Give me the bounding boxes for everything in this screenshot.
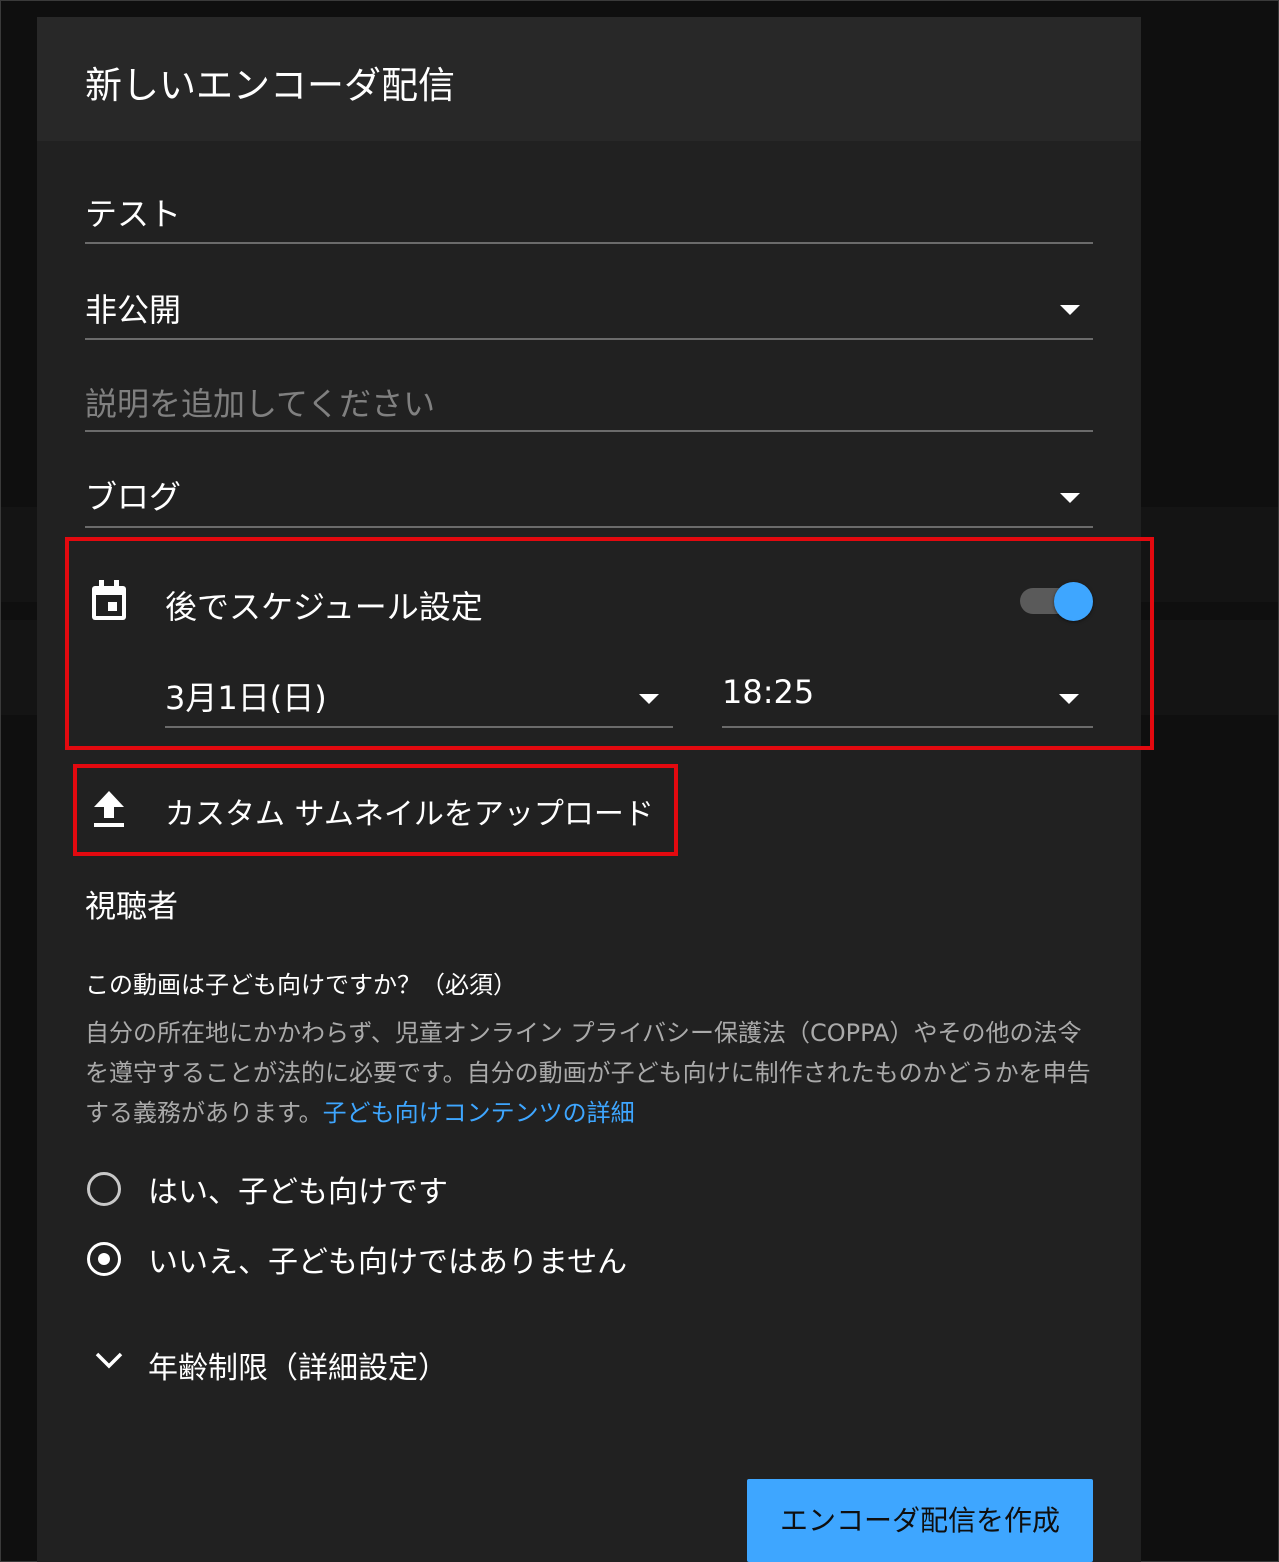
radio-selected-dot <box>98 1253 110 1265</box>
date-value: 3月1日(日) <box>165 679 327 717</box>
toggle-knob[interactable] <box>1054 582 1093 621</box>
new-encoder-stream-dialog: 新しいエンコーダ配信 テスト 非公開 説明を追加してください ブログ 後でスケジ… <box>37 17 1141 1562</box>
radio-label-no: いいえ、子ども向けではありません <box>148 1245 628 1280</box>
radio-button-selected[interactable] <box>87 1242 121 1276</box>
title-value: テスト <box>85 195 182 233</box>
calendar-icon <box>92 580 126 620</box>
category-dropdown[interactable]: ブログ <box>85 470 1093 528</box>
radio-option-yes[interactable]: はい、子ども向けです <box>87 1167 507 1213</box>
create-encoder-stream-button[interactable]: エンコーダ配信を作成 <box>747 1479 1093 1562</box>
time-dropdown[interactable]: 18:25 <box>722 673 1093 728</box>
caret-down-icon <box>1060 493 1080 503</box>
made-for-kids-question: この動画は子ども向けですか？（必須） <box>85 971 517 999</box>
time-value: 18:25 <box>722 673 815 711</box>
radio-label-yes: はい、子ども向けです <box>148 1175 448 1210</box>
made-for-kids-learn-more-link[interactable]: 子ども向けコンテンツの詳細 <box>323 1099 635 1127</box>
audience-heading: 視聴者 <box>85 889 178 925</box>
caret-down-icon <box>639 694 659 704</box>
visibility-value: 非公開 <box>85 291 182 329</box>
coppa-description: 自分の所在地にかかわらず、児童オンライン プライバシー保護法（COPPA）やその… <box>85 1013 1095 1133</box>
radio-button-unselected[interactable] <box>87 1172 121 1206</box>
dialog-header: 新しいエンコーダ配信 <box>37 17 1141 141</box>
upload-icon <box>94 791 124 827</box>
age-restriction-label: 年齢制限（詳細設定） <box>148 1351 448 1386</box>
caret-down-icon <box>1060 305 1080 315</box>
description-placeholder: 説明を追加してください <box>85 385 436 423</box>
title-field[interactable]: テスト <box>85 187 1093 244</box>
visibility-dropdown[interactable]: 非公開 <box>85 283 1093 340</box>
schedule-later-label: 後でスケジュール設定 <box>165 588 483 626</box>
chevron-down-icon[interactable] <box>94 1351 124 1371</box>
description-field[interactable]: 説明を追加してください <box>85 377 1093 432</box>
radio-option-no[interactable]: いいえ、子ども向けではありません <box>87 1237 647 1283</box>
upload-thumbnail-label: カスタム サムネイルをアップロード <box>165 797 654 832</box>
caret-down-icon <box>1059 694 1079 704</box>
category-value: ブログ <box>85 478 182 516</box>
date-dropdown[interactable]: 3月1日(日) <box>165 673 673 728</box>
dialog-title: 新しいエンコーダ配信 <box>85 64 455 107</box>
